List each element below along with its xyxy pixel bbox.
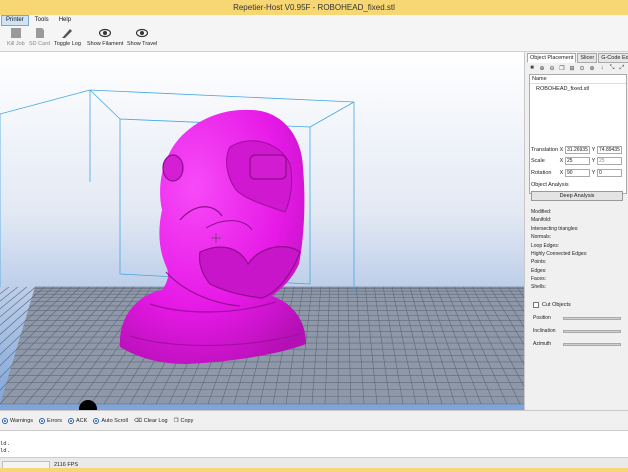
rotate-icon[interactable]: ⤢ xyxy=(618,64,626,72)
sd-card-label: SD Card xyxy=(29,41,51,47)
clear-log-button[interactable]: ⌫ Clear Log xyxy=(134,418,168,424)
log-line: ld. xyxy=(0,440,10,447)
ack-option[interactable]: ACK xyxy=(68,417,87,424)
object-toolbar: ■ ⊕ ⊖ ❐ ⊞ ⊙ ⊕ ↓ ⤡ ⤢ ⇔ xyxy=(528,64,628,72)
analysis-points: Points: xyxy=(531,259,547,265)
errors-option[interactable]: Errors xyxy=(39,417,62,424)
sd-card-button[interactable]: SD Card xyxy=(29,27,50,47)
auto-scroll-option[interactable]: Auto Scroll xyxy=(93,417,128,424)
translation-row: Translation X 31.26935 Y 74.89435 xyxy=(531,146,622,154)
cut-objects-row[interactable]: Cut Objects xyxy=(533,302,571,308)
translation-x-input[interactable]: 31.26935 xyxy=(565,146,590,154)
tab-gcode-editor[interactable]: G-Code Editor xyxy=(598,53,628,63)
azimuth-label: Azimuth xyxy=(533,341,552,347)
warnings-radio[interactable] xyxy=(2,417,8,424)
scale-icon[interactable]: ⤡ xyxy=(608,64,616,72)
panel-tabs: Object Placement Slicer G-Code Editor xyxy=(527,53,628,63)
show-filament-button[interactable]: Show Filament xyxy=(87,27,123,47)
rotation-x-input[interactable]: 90 xyxy=(565,169,590,177)
3d-viewport[interactable] xyxy=(0,52,524,410)
analysis-faces: Faces: xyxy=(531,276,547,282)
right-panel: Object Placement Slicer G-Code Editor ■ … xyxy=(524,52,628,410)
title-bar: Repetier-Host V0.95F - ROBOHEAD_fixed.st… xyxy=(0,0,628,15)
scale-y-input[interactable]: 25 xyxy=(597,157,622,165)
toolbar: Kill Job SD Card Toggle Log Show Filamen… xyxy=(0,26,628,52)
inclination-slider[interactable] xyxy=(563,329,621,333)
show-travel-label: Show Travel xyxy=(127,41,158,47)
menu-tools[interactable]: Tools xyxy=(31,15,53,26)
3d-scene[interactable] xyxy=(0,52,524,410)
kill-job-button[interactable]: Kill Job xyxy=(7,27,25,47)
cut-objects-checkbox[interactable] xyxy=(533,302,539,308)
menu-help[interactable]: Help xyxy=(55,15,75,26)
copy-button[interactable]: ❐ Copy xyxy=(174,418,194,424)
show-travel-button[interactable]: Show Travel xyxy=(127,27,157,47)
position-slider-row: Position xyxy=(533,315,621,321)
remove-icon[interactable]: ⊖ xyxy=(548,64,556,72)
window-title: Repetier-Host V0.95F - ROBOHEAD_fixed.st… xyxy=(233,3,395,12)
warnings-option[interactable]: Warnings xyxy=(2,417,33,424)
add-icon[interactable]: ⊕ xyxy=(538,64,546,72)
azimuth-slider-row: Azimuth xyxy=(533,341,621,347)
taskbar-strip xyxy=(0,468,628,472)
toggle-log-button[interactable]: Toggle Log xyxy=(54,27,81,47)
analysis-modified: Modified: xyxy=(531,209,552,215)
auto-scroll-radio[interactable] xyxy=(93,417,100,424)
autoposition-icon[interactable]: ⊞ xyxy=(568,64,576,72)
log-line: ld. xyxy=(0,447,10,454)
rotation-row: Rotation X 90 Y 0 xyxy=(531,169,622,177)
save-icon[interactable]: ■ xyxy=(528,64,536,72)
kill-job-label: Kill Job xyxy=(7,41,25,47)
copy-icon[interactable]: ❐ xyxy=(558,64,566,72)
object-list-item[interactable]: ROBOHEAD_fixed.stl xyxy=(530,84,626,94)
copy-icon: ❐ xyxy=(173,417,179,424)
azimuth-slider[interactable] xyxy=(563,342,621,346)
menu-bar: Printer Tools Help xyxy=(0,15,628,26)
inclination-label: Inclination xyxy=(533,328,556,334)
inclination-slider-row: Inclination xyxy=(533,328,621,334)
position-label: Position xyxy=(533,315,551,321)
analysis-loop-edges: Loop Edges: xyxy=(531,243,560,249)
translation-label: Translation xyxy=(531,147,559,153)
scale-x-input[interactable]: 25 xyxy=(565,157,590,165)
clear-icon: ⌫ xyxy=(133,417,142,424)
cut-objects-label: Cut Objects xyxy=(542,302,571,308)
eye-icon xyxy=(99,28,112,38)
scale-label: Scale xyxy=(531,158,545,164)
analysis-manifold: Manifold: xyxy=(531,217,552,223)
tab-object-placement[interactable]: Object Placement xyxy=(527,53,577,63)
land-icon[interactable]: ⊕ xyxy=(588,64,596,72)
center-icon[interactable]: ⊙ xyxy=(578,64,586,72)
pencil-icon xyxy=(62,29,73,38)
position-slider[interactable] xyxy=(563,316,621,320)
analysis-intersecting: Intersecting triangles: xyxy=(531,226,579,232)
translation-y-input[interactable]: 74.89435 xyxy=(597,146,622,154)
errors-radio[interactable] xyxy=(39,417,46,424)
object-analysis-title: Object Analysis xyxy=(531,182,569,188)
ack-radio[interactable] xyxy=(68,417,75,424)
log-toolbar: Warnings Errors ACK Auto Scroll ⌫ Clear L… xyxy=(0,410,628,430)
show-filament-label: Show Filament xyxy=(87,41,124,47)
log-area[interactable]: ld. ld. xyxy=(0,430,628,458)
down-arrow-icon[interactable]: ↓ xyxy=(598,64,606,72)
object-list-header: Name xyxy=(530,75,626,84)
toggle-log-label: Toggle Log xyxy=(54,41,81,47)
eye-icon xyxy=(136,28,149,38)
scale-row: Scale X 25 Y 25 xyxy=(531,157,622,165)
deep-analysis-button[interactable]: Deep Analysis xyxy=(531,191,623,201)
analysis-shells: Shells: xyxy=(531,284,547,290)
sd-card-icon xyxy=(35,28,44,38)
tab-slicer[interactable]: Slicer xyxy=(577,53,598,63)
analysis-normals: Normals: xyxy=(531,234,552,240)
analysis-highly-connected: Highly Connected Edges: xyxy=(531,251,588,257)
rotation-label: Rotation xyxy=(531,170,552,176)
menu-printer[interactable]: Printer xyxy=(1,15,29,26)
stop-icon xyxy=(10,28,21,38)
rotation-y-input[interactable]: 0 xyxy=(597,169,622,177)
analysis-edges: Edges: xyxy=(531,268,547,274)
